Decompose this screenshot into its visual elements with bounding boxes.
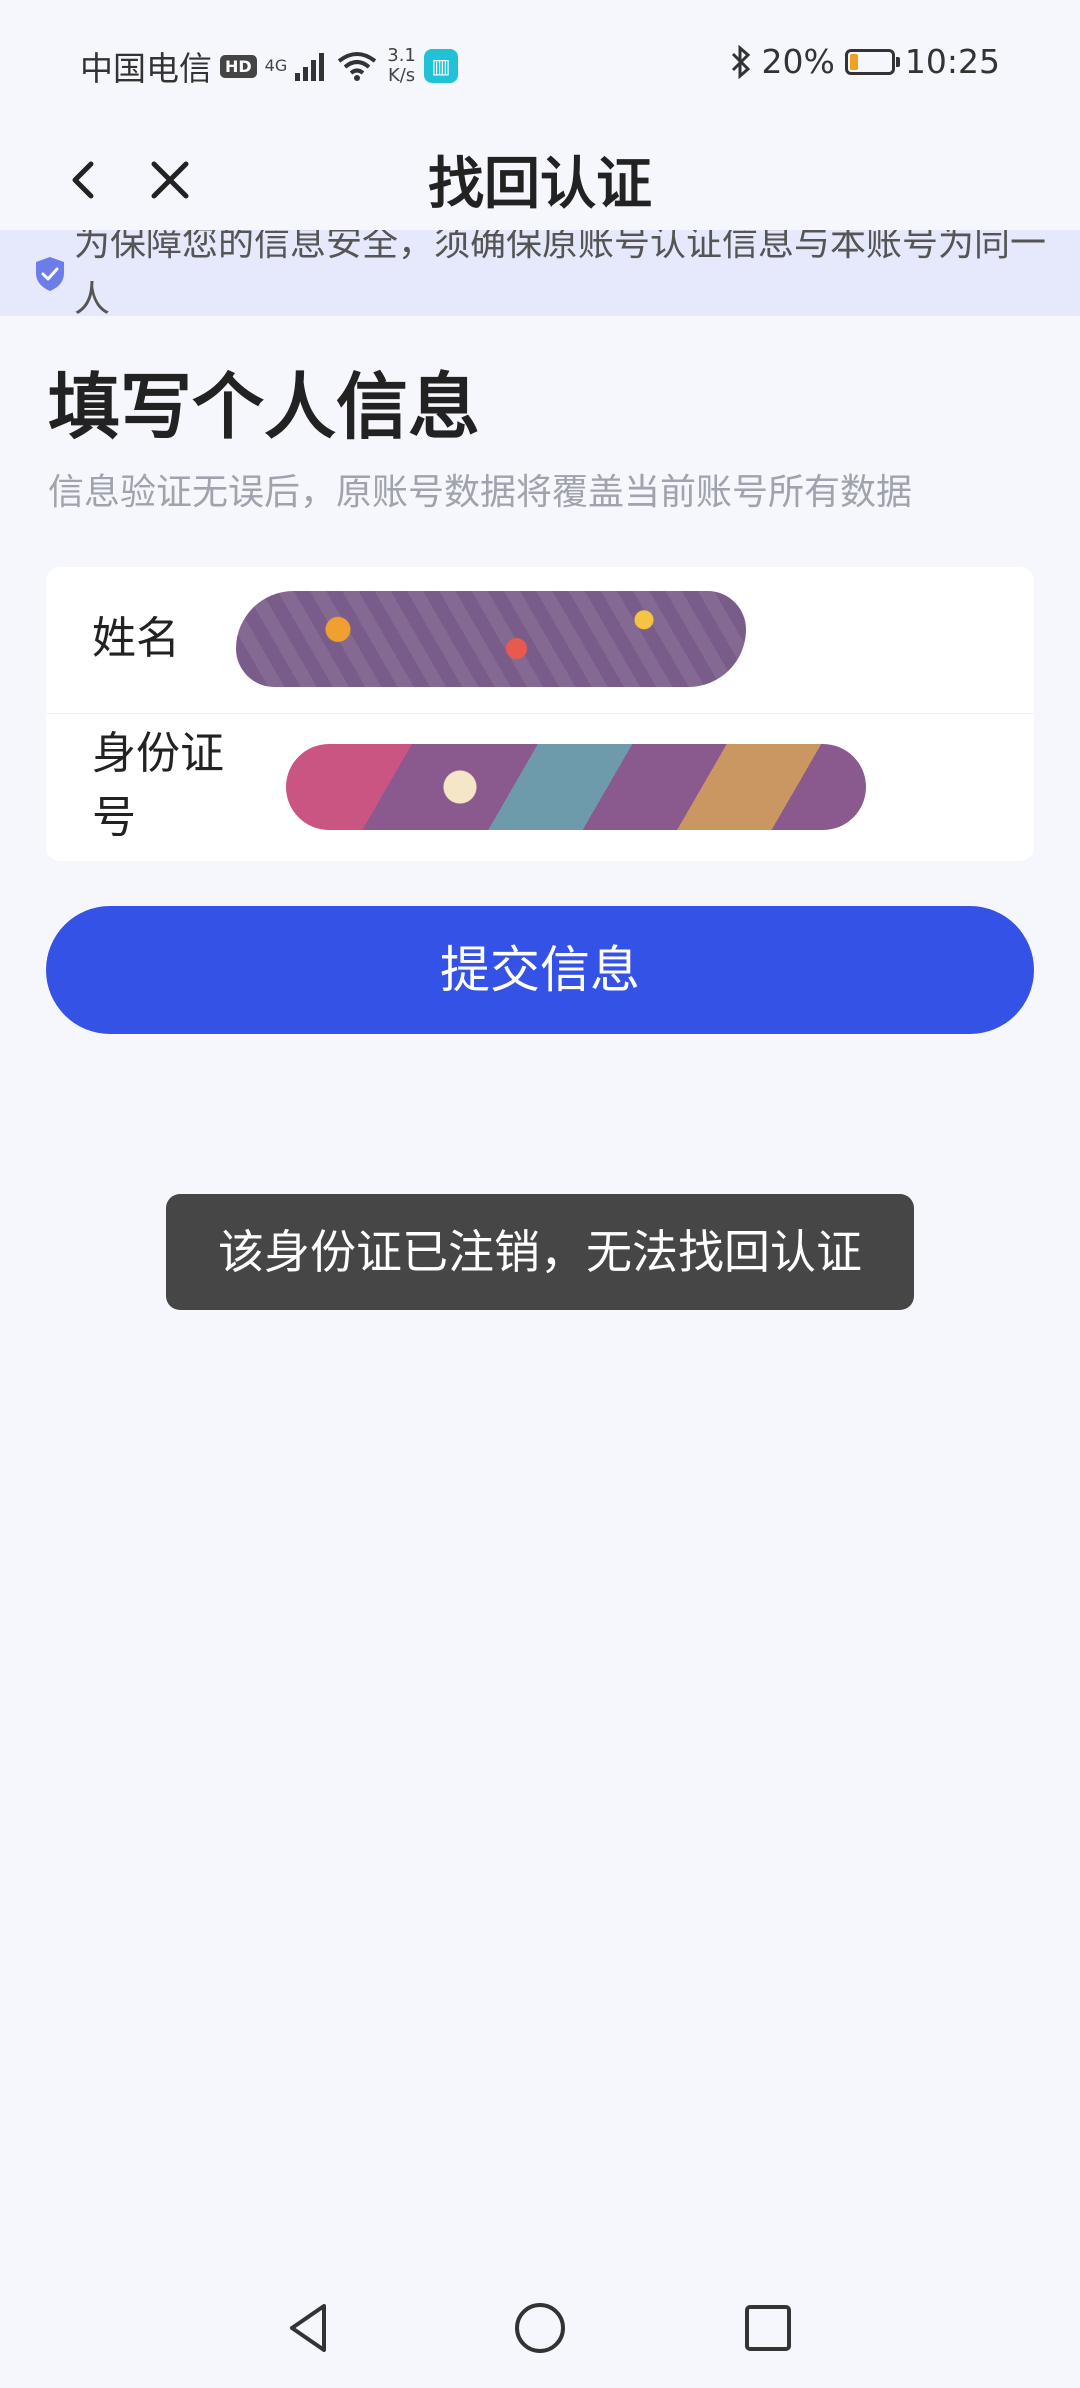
battery-percent: 20% bbox=[761, 42, 835, 81]
battery-icon bbox=[844, 48, 900, 75]
carrier-label: 中国电信 bbox=[80, 49, 212, 88]
speed-value: 3.1 bbox=[387, 45, 416, 66]
system-nav-bar bbox=[0, 2270, 1080, 2388]
network-type: 4G bbox=[264, 56, 288, 75]
system-back-icon[interactable] bbox=[280, 2298, 340, 2358]
name-row: 姓名 bbox=[46, 567, 1034, 714]
speed-unit: K/s bbox=[387, 65, 416, 86]
toast-message: 该身份证已注销，无法找回认证 bbox=[166, 1194, 914, 1310]
book-app-icon: ▥ bbox=[423, 49, 458, 83]
status-bar: 中国电信 HD 4G 3.1 K/s ▥ 20% 10:25 bbox=[0, 0, 1080, 130]
id-number-label: 身份证号 bbox=[92, 728, 224, 843]
page-title: 找回认证 bbox=[428, 152, 652, 217]
battery-fill bbox=[849, 53, 858, 70]
network-speed: 3.1 K/s bbox=[387, 46, 416, 86]
status-left: 中国电信 HD 4G 3.1 K/s ▥ bbox=[80, 42, 458, 90]
hd-badge: HD bbox=[220, 54, 257, 78]
signal-icon bbox=[295, 53, 325, 81]
system-home-icon[interactable] bbox=[510, 2298, 570, 2358]
bluetooth-icon bbox=[731, 44, 750, 79]
form-card: 姓名 身份证号 bbox=[46, 567, 1034, 861]
submit-button[interactable]: 提交信息 bbox=[46, 906, 1034, 1034]
section-title: 填写个人信息 bbox=[48, 365, 481, 449]
section-subtitle: 信息验证无误后，原账号数据将覆盖当前账号所有数据 bbox=[48, 472, 913, 513]
shield-check-icon bbox=[36, 257, 64, 291]
id-number-field-redacted[interactable] bbox=[286, 744, 866, 830]
clock: 10:25 bbox=[904, 42, 1000, 81]
security-notice-banner: 为保障您的信息安全，须确保原账号认证信息与本账号为同一人 bbox=[0, 230, 1080, 316]
nav-bar: 找回认证 bbox=[0, 130, 1080, 230]
id-number-row: 身份证号 bbox=[46, 714, 1034, 861]
system-recents-icon[interactable] bbox=[738, 2298, 798, 2358]
status-right: 20% 10:25 bbox=[730, 42, 1000, 81]
notice-text: 为保障您的信息安全，须确保原账号认证信息与本账号为同一人 bbox=[74, 230, 1047, 316]
name-label: 姓名 bbox=[92, 613, 180, 664]
name-field-redacted[interactable] bbox=[236, 591, 746, 687]
wifi-icon bbox=[338, 52, 377, 81]
